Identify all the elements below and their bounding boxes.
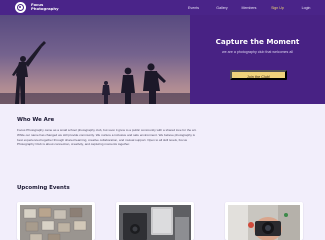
nav-sign-up[interactable]: Sign Up [264,6,291,10]
main-content: Who We Are Focus Photography came as a s… [0,104,325,240]
event-image-photographer [228,205,300,240]
nav-gallery[interactable]: Gallery [208,6,236,10]
hero-panel: Capture the Moment we are a photography … [190,15,325,104]
main-nav: Events Gallery Members Sign Up Login [180,0,325,15]
join-club-button[interactable]: Join the Club! [230,70,287,80]
hero-section: Capture the Moment we are a photography … [0,15,325,104]
site-header: Focus Photography Events Gallery Members… [0,0,325,15]
events-heading: Upcoming Events [17,185,70,191]
hero-image [0,15,190,104]
about-heading: Who We Are [17,117,55,123]
event-card[interactable] [225,202,303,240]
nav-events[interactable]: Events [180,6,207,10]
brand-name[interactable]: Focus Photography [31,2,71,13]
event-card[interactable] [116,202,194,240]
about-text: Focus Photography came as a small school… [17,128,197,147]
aperture-logo-icon[interactable] [15,2,26,13]
event-card[interactable] [17,202,95,240]
event-image-prints [20,205,92,240]
hero-title: Capture the Moment [215,37,300,46]
event-image-camera [119,205,191,240]
hero-subtitle: we are a photography club that welcomes … [222,50,293,54]
events-grid [17,202,307,240]
nav-members[interactable]: Members [236,6,262,10]
nav-login[interactable]: Login [293,6,319,10]
